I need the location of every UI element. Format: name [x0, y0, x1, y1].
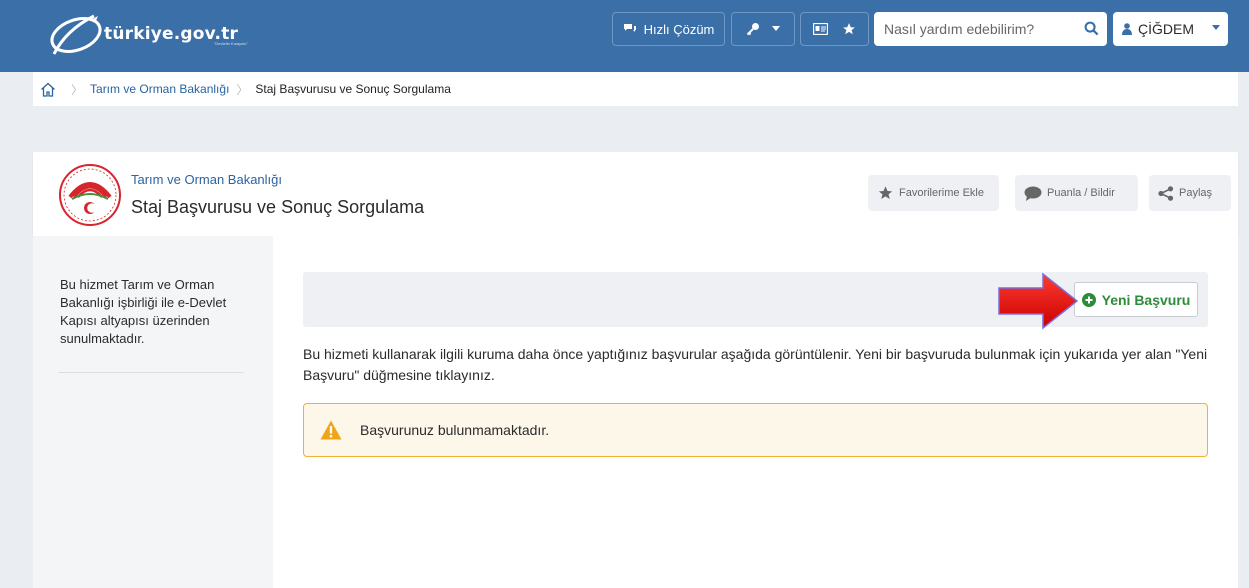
star-icon: [878, 186, 893, 199]
chevron-down-icon: [772, 26, 780, 31]
service-description: Bu hizmeti kullanarak ilgili kuruma daha…: [303, 346, 1208, 383]
top-bar: türkiye.gov.tr "Devletin Kısayolu" Hızlı…: [0, 0, 1249, 72]
search-box: [874, 12, 1107, 46]
logo-swoosh-icon: [50, 14, 102, 55]
user-menu[interactable]: ÇİĞDEM: [1113, 12, 1228, 46]
warning-icon: [320, 420, 342, 440]
home-icon[interactable]: [40, 82, 56, 97]
login-key-menu[interactable]: [731, 12, 795, 46]
logo-slogan: "Devletin Kısayolu": [214, 41, 248, 46]
new-application-button[interactable]: Yeni Başvuru: [1074, 282, 1198, 317]
ministry-seal-icon: [59, 164, 121, 226]
key-icon: [746, 23, 759, 36]
add-favorite-button[interactable]: Favorilerime Ekle: [868, 175, 999, 211]
quick-solution-button[interactable]: Hızlı Çözüm: [612, 12, 725, 46]
breadcrumb-separator: 〉: [71, 82, 84, 97]
no-application-alert: Başvurunuz bulunmamaktadır.: [303, 403, 1208, 457]
id-card-favorites-button[interactable]: [800, 12, 869, 46]
breadcrumb-link-ministry[interactable]: Tarım ve Orman Bakanlığı: [90, 82, 229, 96]
breadcrumb-separator: 〉: [236, 82, 249, 97]
breadcrumb-current: Staj Başvurusu ve Sonuç Sorgulama: [255, 82, 451, 96]
rate-report-label: Puanla / Bildir: [1047, 187, 1115, 199]
id-card-icon: [813, 23, 828, 35]
share-icon: [1158, 185, 1174, 201]
quick-solution-label: Hızlı Çözüm: [643, 21, 715, 37]
institution-name[interactable]: Tarım ve Orman Bakanlığı: [131, 172, 282, 187]
new-application-label: Yeni Başvuru: [1101, 291, 1191, 308]
search-input[interactable]: [874, 12, 1094, 46]
service-info-text: Bu hizmet Tarım ve Orman Bakanlığı işbir…: [60, 277, 227, 346]
breadcrumb: 〉 Tarım ve Orman Bakanlığı 〉 Staj Başvur…: [33, 72, 1238, 106]
add-favorite-label: Favorilerime Ekle: [899, 187, 984, 199]
alert-message: Başvurunuz bulunmamaktadır.: [360, 422, 550, 438]
comment-icon: [1024, 186, 1042, 201]
main-content: Yeni Başvuru Bu hizmeti kullanarak ilgil…: [273, 236, 1238, 588]
share-button[interactable]: Paylaş: [1149, 175, 1231, 211]
sidebar-divider: [58, 372, 244, 373]
user-icon: [1122, 23, 1132, 35]
star-icon: [843, 23, 855, 35]
share-label: Paylaş: [1179, 187, 1213, 199]
search-icon[interactable]: [1084, 21, 1099, 36]
plus-circle-icon: [1081, 292, 1096, 307]
rate-report-button[interactable]: Puanla / Bildir: [1015, 175, 1138, 211]
red-arrow-annotation: [998, 272, 1079, 330]
turkiye-gov-logo[interactable]: türkiye.gov.tr "Devletin Kısayolu": [46, 8, 266, 60]
user-name: ÇİĞDEM: [1138, 21, 1194, 37]
page-title: Staj Başvurusu ve Sonuç Sorgulama: [131, 197, 425, 217]
service-header: Tarım ve Orman Bakanlığı Staj Başvurusu …: [33, 152, 1238, 236]
chevron-down-icon: [1212, 25, 1220, 30]
chat-bubbles-icon: [623, 24, 636, 32]
sidebar: Bu hizmet Tarım ve Orman Bakanlığı işbir…: [33, 236, 273, 588]
